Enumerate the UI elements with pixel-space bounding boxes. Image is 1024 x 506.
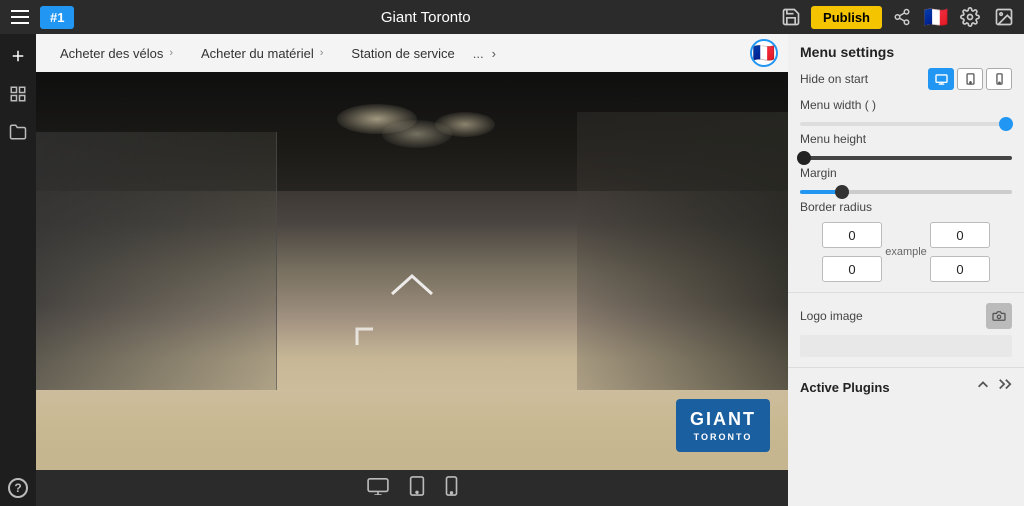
plugin-collapse-icon[interactable] [976,378,990,397]
border-radius-tr-input[interactable] [930,222,990,248]
sidebar-grid-icon[interactable] [4,80,32,108]
border-radius-bl-input[interactable] [822,256,882,282]
navigate-corner-mark[interactable] [353,325,381,359]
logo-image-row: Logo image [800,303,1012,329]
menu-width-slider-container [800,118,1012,132]
publish-button[interactable]: Publish [811,6,882,29]
margin-thumb[interactable] [835,185,849,199]
light-3 [382,120,452,148]
giant-logo-overlay: GIANT TORONTO [676,399,770,452]
panorama-inner: GIANT TORONTO [36,72,788,470]
border-radius-tl-wrap [800,222,904,248]
logo-browse-button[interactable] [986,303,1012,329]
nav-more-dots[interactable]: ... [469,46,488,61]
giant-city-text: TORONTO [690,432,756,442]
center-content: Acheter des vélos › Acheter du matériel … [36,34,788,506]
active-plugins-label: Active Plugins [800,380,890,395]
menu-width-slider-track[interactable] [800,122,1012,126]
save-icon[interactable] [777,3,805,31]
toggle-mobile[interactable] [986,68,1012,90]
logo-image-section: Logo image [788,293,1024,368]
nav-item-service[interactable]: Station de service [337,34,468,72]
panel-title: Menu settings [800,44,1012,60]
nav-item-velos[interactable]: Acheter des vélos › [46,34,187,72]
share-icon[interactable] [888,3,916,31]
page-title: Giant Toronto [80,9,771,26]
border-radius-label: Border radius [800,200,1012,214]
giant-brand-text: GIANT [690,409,756,430]
mobile-device-icon[interactable] [445,476,458,501]
margin-label: Margin [800,166,1012,180]
navigate-up-arrow[interactable] [387,272,437,303]
menu-height-thumb[interactable] [797,151,811,165]
menu-height-slider-track[interactable] [800,156,1012,160]
border-radius-bl-wrap [800,256,904,282]
language-flag[interactable]: 🇫🇷 [922,3,950,31]
tab-1[interactable]: #1 [40,6,74,29]
border-radius-grid: example [800,222,1012,282]
navigation-bar: Acheter des vélos › Acheter du matériel … [36,34,788,72]
active-plugins-row: Active Plugins [788,368,1024,407]
help-icon[interactable]: ? [8,478,28,498]
left-sidebar [0,34,36,506]
right-panel: Menu settings Hide on start [788,34,1024,506]
border-radius-tr-wrap [908,222,1012,248]
nav-arrow-2: › [320,47,324,59]
plugin-expand-icon[interactable] [998,378,1012,397]
tablet-device-icon[interactable] [409,476,425,501]
help-section: ? [0,470,36,506]
nav-flag-circle[interactable]: 🇫🇷 [750,39,778,67]
border-radius-br-wrap [908,256,1012,282]
desktop-device-icon[interactable] [367,477,389,500]
menu-width-thumb[interactable] [999,117,1013,131]
toggle-tablet[interactable] [957,68,983,90]
hamburger-menu-icon[interactable] [6,3,34,31]
margin-slider-container [800,186,1012,200]
margin-slider-track[interactable] [800,190,1012,194]
toggle-desktop[interactable] [928,68,954,90]
hide-on-start-row: Hide on start [800,68,1012,90]
plugin-icons [976,378,1012,397]
sidebar-folder-icon[interactable] [4,118,32,146]
nav-chevron-icon[interactable]: › [488,46,500,61]
hide-on-start-toggles [928,68,1012,90]
panorama-viewport[interactable]: GIANT TORONTO [36,72,788,470]
top-bar-actions: Publish 🇫🇷 [777,3,1018,31]
menu-width-label: Menu width ( ) [800,98,1012,112]
menu-settings-section: Menu settings Hide on start [788,34,1024,293]
logo-preview-area [800,335,1012,357]
menu-height-label: Menu height [800,132,1012,146]
border-radius-example: example [885,246,927,258]
settings-icon[interactable] [956,3,984,31]
border-radius-tl-input[interactable] [822,222,882,248]
menu-height-slider-container [800,152,1012,166]
image-icon[interactable] [990,3,1018,31]
top-bar: #1 Giant Toronto Publish 🇫🇷 [0,0,1024,34]
nav-item-materiel[interactable]: Acheter du matériel › [187,34,337,72]
sidebar-home-icon[interactable] [4,42,32,70]
nav-arrow-1: › [169,47,173,59]
border-radius-br-input[interactable] [930,256,990,282]
hide-on-start-label: Hide on start [800,72,868,86]
bottom-toolbar [36,470,788,506]
logo-image-label: Logo image [800,309,863,323]
main-area: Acheter des vélos › Acheter du matériel … [0,34,1024,506]
